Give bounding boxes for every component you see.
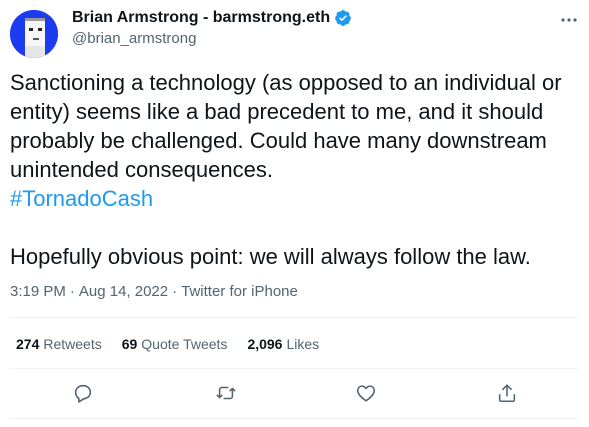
more-options-icon[interactable]	[557, 12, 581, 28]
like-icon[interactable]	[355, 382, 379, 406]
tweet: Brian Armstrong - barmstrong.eth @brian_…	[0, 0, 589, 427]
tweet-meta: 3:19 PM · Aug 14, 2022 · Twitter for iPhone	[10, 283, 298, 300]
reply-icon[interactable]	[72, 382, 96, 406]
meta-separator: ·	[172, 283, 178, 300]
share-icon[interactable]	[496, 382, 520, 406]
divider	[10, 418, 578, 419]
meta-separator: ·	[69, 283, 75, 300]
likes-count: 2,096	[247, 336, 283, 352]
avatar[interactable]	[10, 10, 58, 58]
retweets-stat[interactable]: 274 Retweets	[16, 336, 102, 352]
verified-badge-icon	[334, 9, 352, 27]
tweet-date[interactable]: Aug 14, 2022	[79, 283, 168, 300]
quote-tweets-label: Quote Tweets	[141, 336, 228, 352]
action-bar	[0, 382, 589, 406]
tweet-source[interactable]: Twitter for iPhone	[181, 283, 298, 300]
divider	[10, 368, 578, 369]
tweet-paragraph-1: Sanctioning a technology (as opposed to …	[10, 70, 562, 182]
retweets-label: Retweets	[43, 336, 102, 352]
tweet-text: Sanctioning a technology (as opposed to …	[10, 68, 575, 271]
divider	[10, 317, 578, 318]
tweet-time[interactable]: 3:19 PM	[10, 283, 66, 300]
quote-tweets-count: 69	[121, 336, 138, 352]
pixel-punk-avatar	[10, 10, 58, 58]
quote-tweets-stat[interactable]: 69 Quote Tweets	[122, 336, 228, 352]
author-row: Brian Armstrong - barmstrong.eth	[72, 8, 352, 28]
author-handle[interactable]: @brian_armstrong	[72, 30, 196, 48]
retweets-count: 274	[16, 336, 40, 352]
tweet-stats: 274 Retweets 69 Quote Tweets 2,096 Likes	[16, 336, 339, 352]
likes-label: Likes	[286, 336, 320, 352]
hashtag-link[interactable]: #TornadoCash	[10, 186, 153, 211]
display-name[interactable]: Brian Armstrong - barmstrong.eth	[72, 8, 330, 28]
tweet-paragraph-2: Hopefully obvious point: we will always …	[10, 244, 531, 269]
retweet-icon[interactable]	[215, 382, 239, 406]
likes-stat[interactable]: 2,096 Likes	[247, 336, 319, 352]
